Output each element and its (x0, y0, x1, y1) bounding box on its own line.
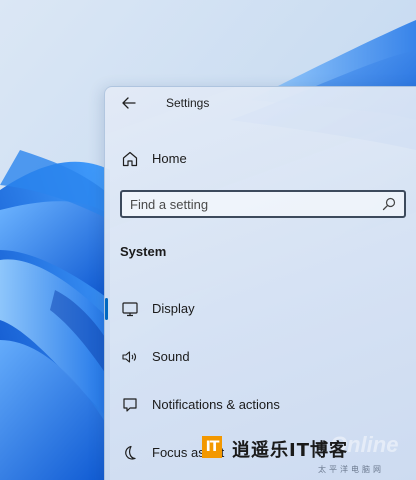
nav-item-sound-label: Sound (152, 349, 190, 364)
nav-home-label: Home (152, 151, 187, 166)
nav-item-display-label: Display (152, 301, 195, 316)
watermark-subtext: 太平洋电脑网 (318, 465, 384, 474)
search-box[interactable] (120, 190, 406, 218)
nav-item-display[interactable]: Display (105, 289, 416, 329)
nav-home[interactable]: Home (105, 139, 416, 179)
speaker-icon (120, 347, 140, 367)
moon-icon (120, 443, 140, 463)
watermark-logo: IT (202, 436, 222, 458)
settings-window: Settings Home System (104, 86, 416, 480)
watermark-logo-letters: IT (205, 439, 220, 455)
search-input[interactable] (130, 195, 370, 213)
section-header-system: System (120, 244, 167, 259)
search-icon[interactable] (382, 197, 396, 211)
back-arrow-icon (122, 97, 136, 109)
desktop: Settings Home System (0, 0, 416, 480)
nav-item-notifications[interactable]: Notifications & actions (105, 385, 416, 425)
watermark-text: 逍遥乐IT博客 (232, 440, 348, 461)
watermark: Online IT 逍遥乐IT博客 太平洋电脑网 (200, 432, 416, 480)
nav-item-notifications-label: Notifications & actions (152, 397, 280, 412)
back-button[interactable] (119, 93, 139, 113)
title-bar: Settings (105, 87, 416, 119)
notification-icon (120, 395, 140, 415)
window-title: Settings (166, 96, 210, 110)
home-icon (120, 149, 140, 169)
monitor-icon (120, 299, 140, 319)
nav-item-sound[interactable]: Sound (105, 337, 416, 377)
